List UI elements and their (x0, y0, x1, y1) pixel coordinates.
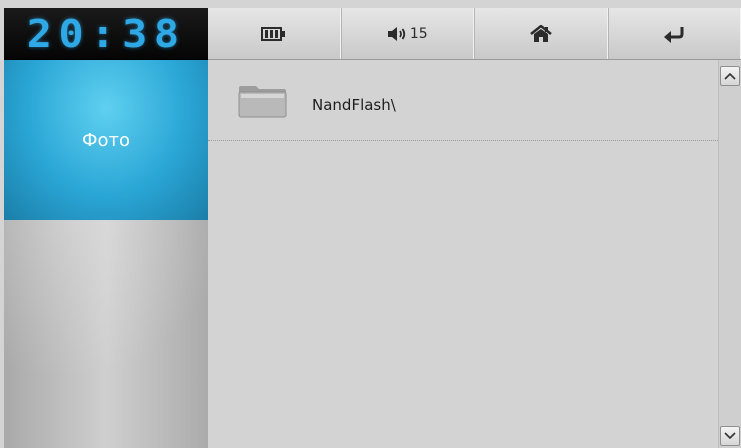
folder-icon (238, 86, 287, 118)
home-icon (529, 24, 552, 42)
clock-display: 20:38 (4, 8, 208, 60)
sidebar: Фото (4, 60, 208, 448)
battery-button[interactable] (208, 8, 341, 59)
top-toolbar: 15 (208, 8, 741, 60)
scroll-down-button[interactable] (720, 426, 740, 446)
battery-icon (260, 26, 285, 41)
home-button[interactable] (474, 8, 608, 59)
chevron-up-icon (724, 72, 736, 80)
clock-time: 20:38 (26, 11, 186, 56)
chevron-down-icon (724, 432, 736, 440)
file-name: NandFlash\ (312, 96, 396, 114)
sidebar-item-photo[interactable]: Фото (4, 60, 208, 220)
speaker-icon (387, 26, 405, 41)
vertical-scrollbar[interactable] (718, 60, 741, 448)
volume-level: 15 (409, 25, 428, 42)
volume-button[interactable]: 15 (340, 8, 474, 59)
back-arrow-icon (664, 26, 684, 43)
list-item[interactable]: NandFlash\ (208, 60, 718, 141)
scroll-up-button[interactable] (720, 66, 740, 86)
sidebar-item-label: Фото (81, 129, 130, 151)
file-browser: NandFlash\ (208, 60, 718, 448)
back-button[interactable] (607, 8, 741, 59)
